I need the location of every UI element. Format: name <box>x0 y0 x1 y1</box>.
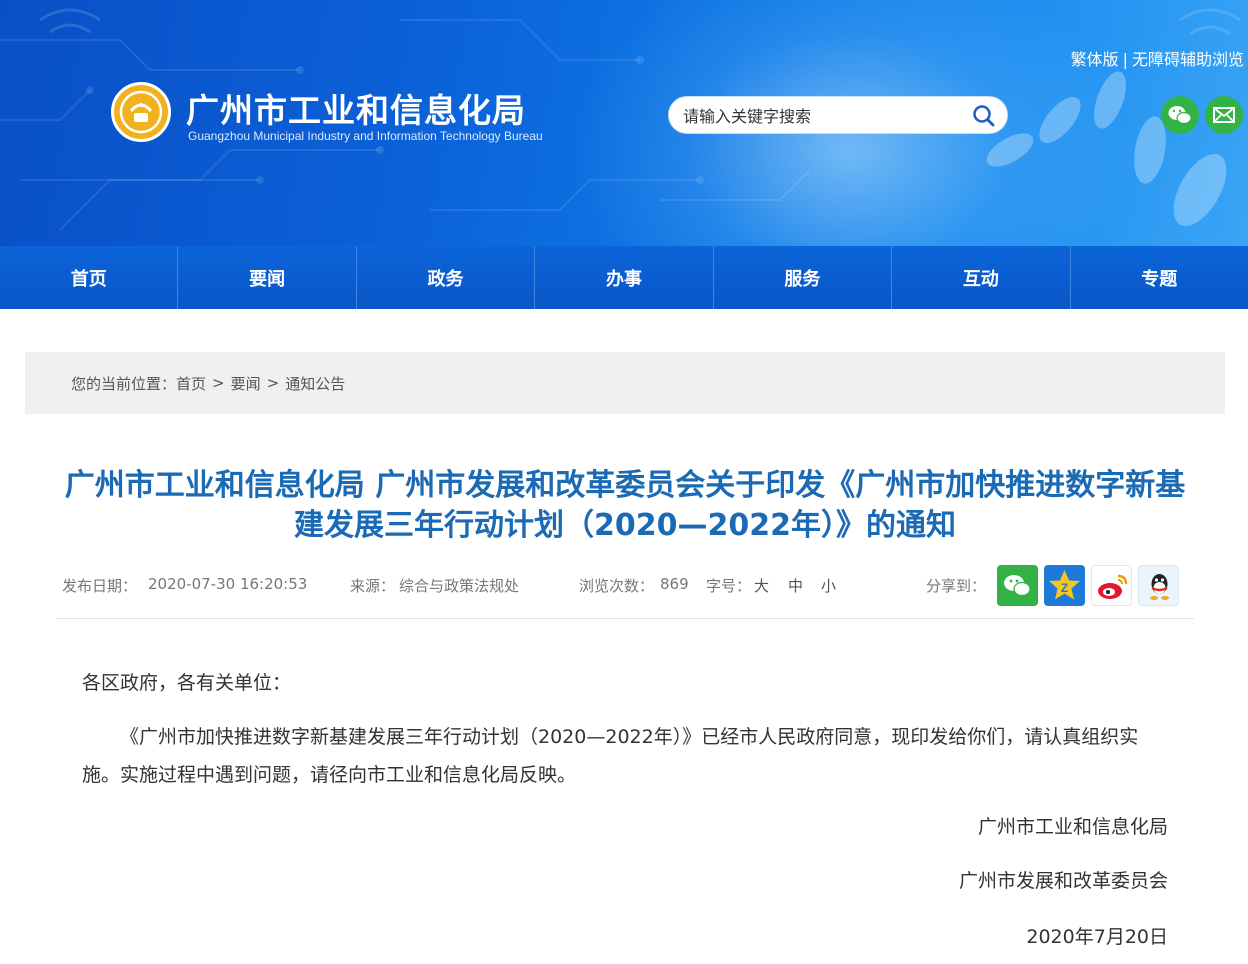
body-paragraph: 《广州市加快推进数字新基建发展三年行动计划（2020—2022年）》已经市人民政… <box>82 726 1139 786</box>
search-icon[interactable] <box>971 103 997 129</box>
breadcrumb-home[interactable]: 首页 <box>176 373 206 394</box>
nav-item-news[interactable]: 要闻 <box>178 246 357 309</box>
font-size-small-button[interactable]: 小 <box>821 575 836 596</box>
link-separator: | <box>1122 50 1128 69</box>
publish-date-label: 发布日期： <box>62 577 138 595</box>
bureau-emblem-logo <box>111 82 171 142</box>
salutation: 各区政府，各有关单位： <box>82 672 292 694</box>
signed-date: 2020年7月20日 <box>1026 926 1168 948</box>
breadcrumb-separator: > <box>212 374 225 392</box>
breadcrumb-news[interactable]: 要闻 <box>231 373 261 394</box>
qq-share-icon[interactable] <box>1138 565 1179 606</box>
top-links: 繁体版 | 无障碍辅助浏览 <box>1071 46 1244 70</box>
nav-item-home[interactable]: 首页 <box>0 246 179 309</box>
font-size-large-button[interactable]: 大 <box>754 575 769 596</box>
nav-item-topics[interactable]: 专题 <box>1071 246 1248 309</box>
share-label: 分享到： <box>926 577 987 595</box>
site-title: 广州市工业和信息化局 <box>186 91 526 130</box>
site-subtitle: Guangzhou Municipal Industry and Informa… <box>188 129 543 143</box>
signature-bureau: 广州市工业和信息化局 <box>977 816 1168 838</box>
breadcrumb-prefix: 您的当前位置： <box>71 374 177 393</box>
breadcrumb: 您的当前位置： 首页 > 要闻 > 通知公告 <box>25 352 1225 414</box>
mail-icon[interactable] <box>1205 96 1243 134</box>
article-title: 广州市工业和信息化局 广州市发展和改革委员会关于印发《广州市加快推进数字新基建发… <box>64 468 1186 543</box>
views-label: 浏览次数： <box>579 577 655 595</box>
search-box <box>668 96 1008 134</box>
breadcrumb-separator: > <box>266 374 280 392</box>
traditional-chinese-link[interactable]: 繁体版 <box>1071 50 1119 69</box>
signature-commission: 广州市发展和改革委员会 <box>958 870 1168 892</box>
main-nav: 首页 要闻 政务 办事 服务 互动 专题 <box>0 246 1248 309</box>
nav-item-services[interactable]: 服务 <box>714 246 893 309</box>
wechat-share-icon[interactable] <box>997 565 1038 606</box>
svg-text:Z: Z <box>1061 581 1068 595</box>
header-banner: 广州市工业和信息化局 Guangzhou Municipal Industry … <box>0 0 1248 246</box>
weibo-share-icon[interactable] <box>1091 565 1132 606</box>
accessibility-link[interactable]: 无障碍辅助浏览 <box>1132 50 1244 69</box>
meta-divider <box>56 618 1194 619</box>
nav-item-interaction[interactable]: 互动 <box>892 246 1071 309</box>
source-value: 综合与政策法规处 <box>399 577 520 595</box>
source-label: 来源： <box>350 577 396 595</box>
wechat-icon[interactable] <box>1161 96 1199 134</box>
font-size-label: 字号： <box>706 577 752 595</box>
views-count: 869 <box>660 575 689 593</box>
font-size-medium-button[interactable]: 中 <box>788 575 803 596</box>
nav-item-services-handling[interactable]: 办事 <box>535 246 714 309</box>
nav-item-government-affairs[interactable]: 政务 <box>357 246 536 309</box>
publish-date: 2020-07-30 16:20:53 <box>148 575 308 593</box>
qzone-share-icon[interactable]: Z <box>1044 565 1085 606</box>
breadcrumb-notices[interactable]: 通知公告 <box>285 373 345 394</box>
search-input[interactable] <box>683 105 963 127</box>
